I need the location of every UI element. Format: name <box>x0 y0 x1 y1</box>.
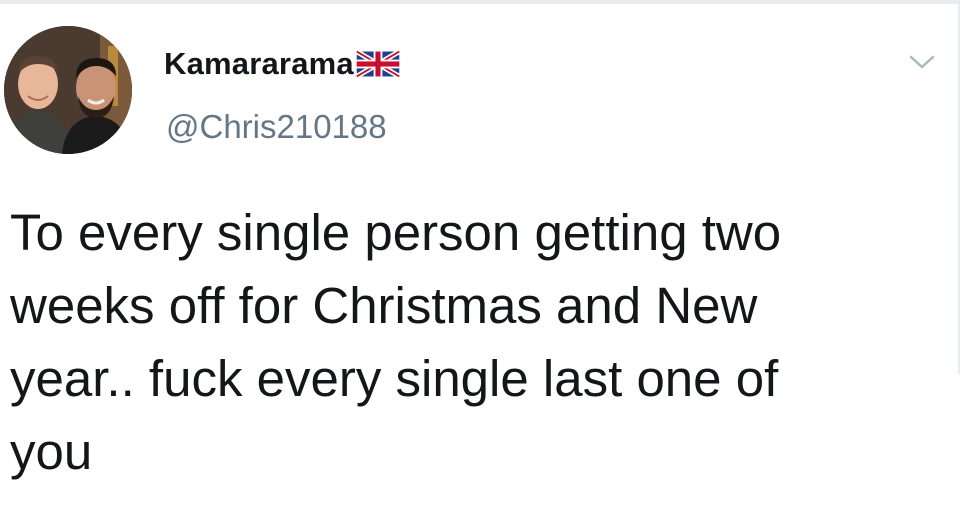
chevron-down-icon[interactable] <box>908 52 936 72</box>
avatar[interactable] <box>4 26 132 154</box>
display-name[interactable]: Kamararama <box>164 46 354 82</box>
tweet-card: Kamararama @Chris210188 To every single … <box>0 0 960 514</box>
author-name-row[interactable]: Kamararama <box>164 44 401 84</box>
profile-photo-icon <box>4 26 132 154</box>
user-handle[interactable]: @Chris210188 <box>166 108 387 146</box>
top-divider <box>0 0 960 4</box>
uk-flag-icon <box>355 49 401 79</box>
tweet-text: To every single person getting two weeks… <box>10 204 782 480</box>
